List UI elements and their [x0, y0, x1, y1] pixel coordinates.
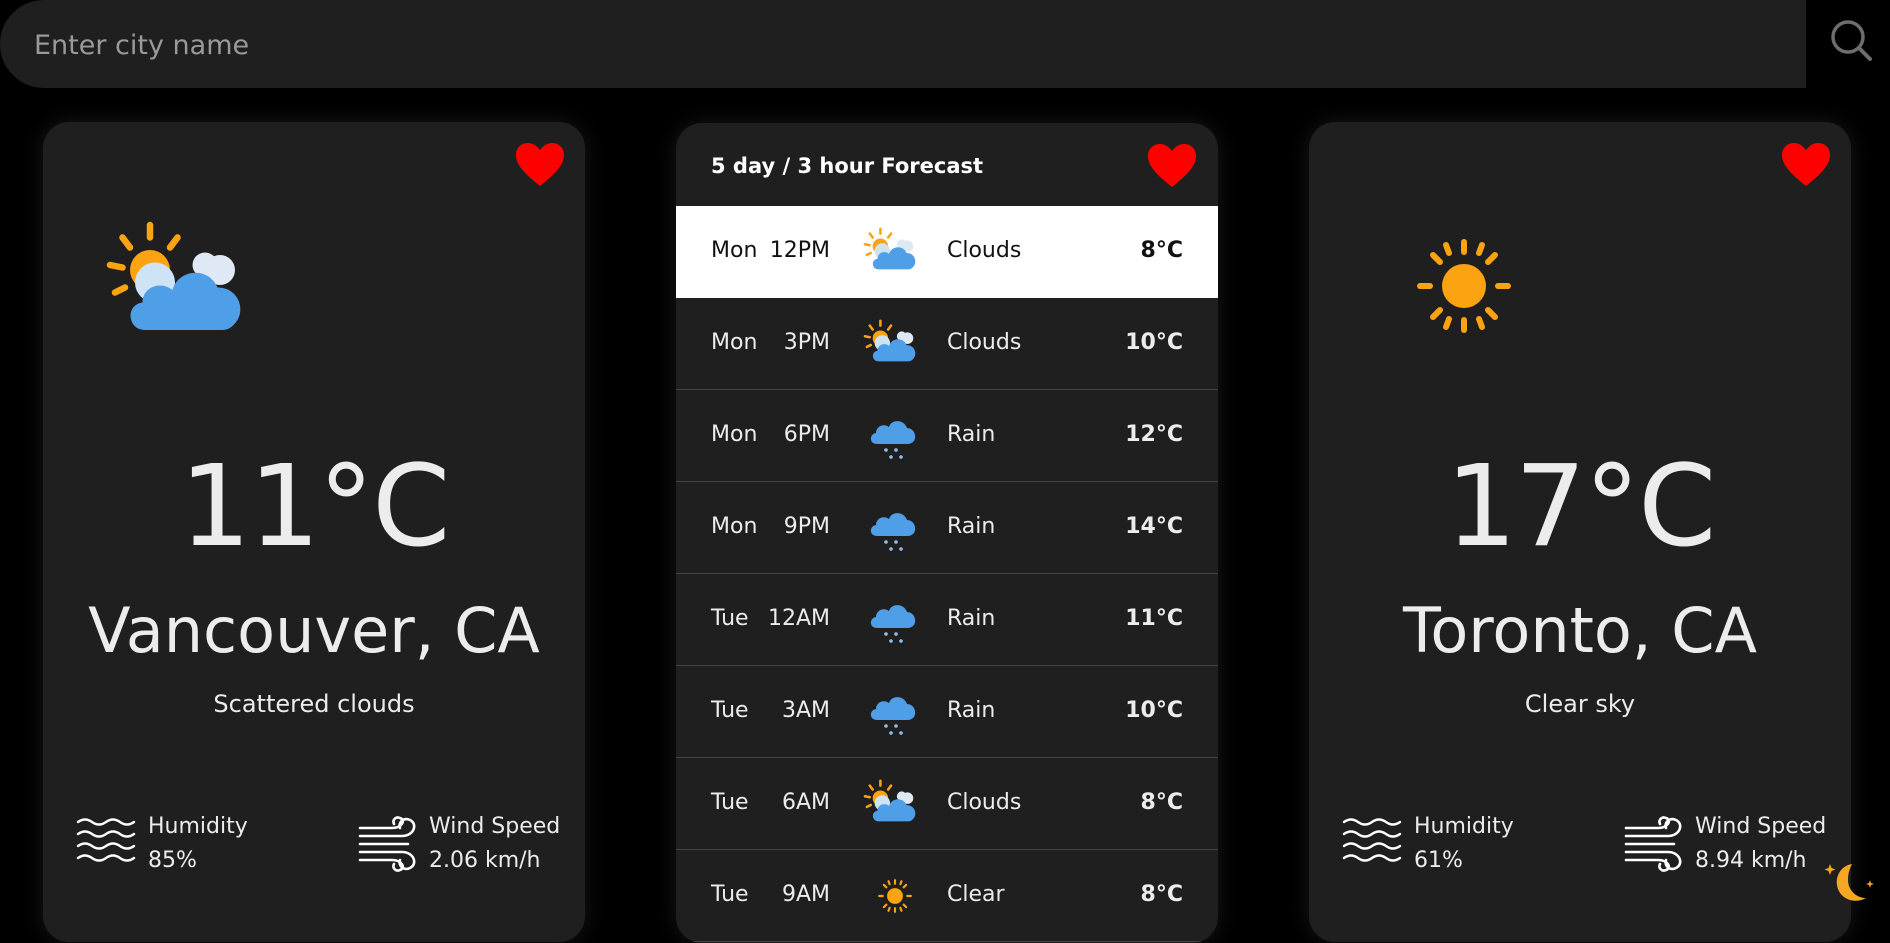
wind-label: Wind Speed — [1695, 814, 1827, 839]
forecast-day: Tue — [711, 698, 749, 723]
wind-value: 2.06 km/h — [429, 848, 541, 873]
moon-icon[interactable] — [1822, 858, 1876, 908]
forecast-temperature: 10°C — [1125, 330, 1183, 355]
city-name: Vancouver, CA — [88, 594, 540, 667]
forecast-row[interactable]: Tue 6AM Clouds 8°C — [676, 758, 1218, 850]
forecast-day: Mon — [711, 330, 758, 355]
forecast-row[interactable]: Mon 9PM Rain 14°C — [676, 482, 1218, 574]
forecast-row[interactable]: Mon 6PM Rain 12°C — [676, 390, 1218, 482]
forecast-row[interactable]: Tue 9AM Clear 8°C — [676, 850, 1218, 942]
search-bar — [0, 0, 1806, 88]
forecast-condition: Rain — [947, 606, 996, 631]
forecast-title: 5 day / 3 hour Forecast — [711, 154, 984, 178]
sun-cloud-icon — [863, 776, 921, 832]
forecast-day: Tue — [711, 882, 749, 907]
city-search-input[interactable] — [32, 22, 1736, 68]
wind-value: 8.94 km/h — [1695, 848, 1807, 873]
forecast-condition: Rain — [947, 514, 996, 539]
favorite-heart-icon[interactable] — [515, 142, 565, 188]
rain-cloud-icon — [863, 592, 921, 648]
forecast-day: Tue — [711, 790, 749, 815]
forecast-row[interactable]: Mon 12PM Clouds 8°C — [676, 206, 1218, 298]
forecast-day: Mon — [711, 422, 758, 447]
forecast-time: 3PM — [783, 330, 830, 355]
humidity-label: Humidity — [1414, 814, 1514, 839]
humidity-stat: Humidity 85% — [76, 812, 276, 873]
forecast-time: 12AM — [767, 606, 830, 631]
humidity-value: 61% — [1414, 848, 1463, 873]
rain-cloud-icon — [863, 408, 921, 464]
forecast-condition: Rain — [947, 698, 996, 723]
forecast-row[interactable]: Tue 3AM Rain 10°C — [676, 666, 1218, 758]
rain-cloud-icon — [863, 500, 921, 556]
forecast-time: 3AM — [781, 698, 830, 723]
sun-cloud-icon — [863, 224, 921, 280]
rain-cloud-icon — [863, 684, 921, 740]
forecast-temperature: 10°C — [1125, 698, 1183, 723]
humidity-value: 85% — [148, 848, 197, 873]
forecast-condition: Clouds — [947, 790, 1022, 815]
forecast-time: 6PM — [783, 422, 830, 447]
forecast-temperature: 14°C — [1125, 514, 1183, 539]
forecast-time: 9PM — [783, 514, 830, 539]
wind-label: Wind Speed — [429, 814, 561, 839]
forecast-temperature: 8°C — [1140, 882, 1183, 907]
sun-icon — [1414, 236, 1514, 336]
wind-icon — [1624, 816, 1684, 872]
weather-description: Scattered clouds — [213, 690, 415, 718]
forecast-temperature: 8°C — [1140, 790, 1183, 815]
sun-icon — [877, 878, 913, 914]
wind-stat: Wind Speed 8.94 km/h — [1624, 812, 1844, 873]
search-icon[interactable] — [1828, 18, 1874, 64]
forecast-condition: Clouds — [947, 238, 1022, 263]
forecast-row[interactable]: Mon 3PM Clouds 10°C — [676, 298, 1218, 390]
forecast-list: Mon 12PM Clouds 8°C Mon 3PM Clouds 10°C Mon 6PM Ra… — [676, 206, 1218, 942]
humidity-icon — [76, 816, 136, 868]
current-temperature: 11°C — [179, 442, 451, 572]
weather-description: Clear sky — [1524, 690, 1636, 718]
forecast-condition: Clear — [947, 882, 1005, 907]
city-name: Toronto, CA — [1403, 594, 1757, 667]
sun-cloud-icon — [863, 316, 921, 372]
current-weather-card-toronto: 17°C Toronto, CA Clear sky Humidity 61% … — [1309, 122, 1851, 942]
forecast-day: Tue — [711, 606, 749, 631]
forecast-condition: Clouds — [947, 330, 1022, 355]
humidity-label: Humidity — [148, 814, 248, 839]
forecast-time: 6AM — [781, 790, 830, 815]
forecast-time: 12PM — [769, 238, 830, 263]
forecast-card: 5 day / 3 hour Forecast Mon 12PM Clouds 8°C… — [676, 123, 1218, 943]
current-weather-card-vancouver: 11°C Vancouver, CA Scattered clouds Humi… — [43, 122, 585, 942]
humidity-stat: Humidity 61% — [1342, 812, 1542, 873]
sun-cloud-icon — [105, 215, 255, 355]
current-temperature: 17°C — [1445, 442, 1717, 572]
forecast-temperature: 12°C — [1125, 422, 1183, 447]
favorite-heart-icon[interactable] — [1781, 142, 1831, 188]
favorite-heart-icon[interactable] — [1147, 143, 1197, 189]
forecast-day: Mon — [711, 238, 758, 263]
forecast-row[interactable]: Tue 12AM Rain 11°C — [676, 574, 1218, 666]
wind-stat: Wind Speed 2.06 km/h — [358, 812, 578, 873]
humidity-icon — [1342, 816, 1402, 868]
forecast-day: Mon — [711, 514, 758, 539]
forecast-temperature: 11°C — [1125, 606, 1183, 631]
forecast-temperature: 8°C — [1140, 238, 1183, 263]
wind-icon — [358, 816, 418, 872]
forecast-condition: Rain — [947, 422, 996, 447]
forecast-time: 9AM — [781, 882, 830, 907]
